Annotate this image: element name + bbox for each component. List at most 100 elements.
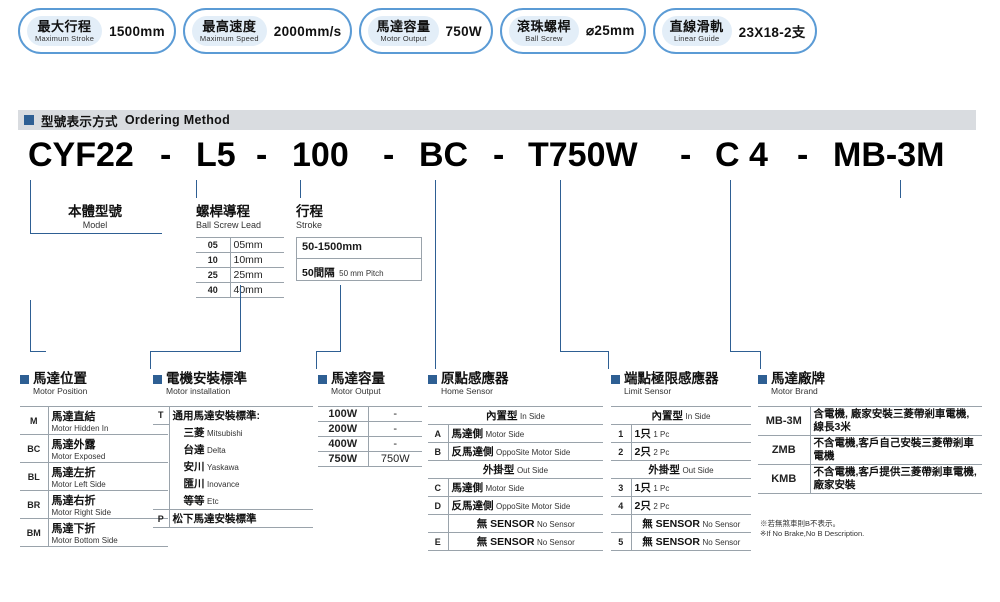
code-stroke: 100 <box>292 136 349 174</box>
motor-brand-note-en: ※If No Brake,No B Description. <box>760 529 865 538</box>
table-row-header: 外掛型 Out Side <box>428 460 603 479</box>
row-code: 3 <box>611 478 632 497</box>
row-desc: 馬達外露 Motor Exposed <box>48 434 168 463</box>
spec-pill-max-stroke: 最大行程 Maximum Stroke 1500mm <box>18 8 176 54</box>
row-code: C <box>428 478 449 497</box>
table-row: 200W - <box>318 421 422 437</box>
connector <box>340 285 341 351</box>
row-desc-cn: 等等 <box>183 495 205 507</box>
row-desc: 不含電機,客戶提供三菱帶剎車電機,廠家安裝 <box>810 464 982 494</box>
spec-tag: 馬達容量 Motor Output <box>368 16 439 46</box>
limit-sensor-en: Limit Sensor <box>624 386 672 396</box>
row-code: 2 <box>611 442 632 461</box>
row-code: 400W <box>318 436 369 452</box>
connector <box>300 180 301 198</box>
table-row: BC 馬達外露 Motor Exposed <box>20 434 168 463</box>
code-dash-2: - <box>256 136 268 174</box>
row-desc: 馬達下折 Motor Bottom Side <box>48 518 168 547</box>
table-motor-position: M 馬達直結 Motor Hidden In BC 馬達外露 Motor Exp… <box>20 406 168 547</box>
spec-pill-linear-guide: 直線滑軌 Linear Guide 23X18-2支 <box>652 8 817 54</box>
motor-output-cn: 馬達容量 <box>331 371 385 386</box>
row-code: 750W <box>318 451 369 467</box>
spec-pill-max-speed: 最高速度 Maximum Speed 2000mm/s <box>182 8 353 54</box>
row-desc-en: 2 Pc <box>653 448 670 457</box>
table-row: C 馬達側 Motor Side <box>428 478 603 497</box>
table-row: 4 2只 2 Pc <box>611 496 751 515</box>
group-lead-en: Ball Screw Lead <box>196 220 262 230</box>
group-label-en: Out Side <box>682 466 714 475</box>
code-dash-3: - <box>383 136 395 174</box>
section-limit-sensor-heading: 端點極限感應器 Limit Sensor <box>611 372 761 396</box>
row-code: P <box>153 509 170 528</box>
table-row: BM 馬達下折 Motor Bottom Side <box>20 518 168 547</box>
section-motor-brand-heading: 馬達廠牌 Motor Brand <box>758 372 908 396</box>
section-motor-installation-heading: 電機安裝標準 Motor installation <box>153 372 303 396</box>
row-desc: 1只 1 Pc <box>631 478 751 497</box>
section-motor-output-heading: 馬達容量 Motor Output <box>318 372 433 396</box>
table-row: B 反馬達側 OppoSite Motor Side <box>428 442 603 461</box>
table-row: BR 馬達右折 Motor Right Side <box>20 490 168 519</box>
table-row: A 馬達側 Motor Side <box>428 424 603 443</box>
row-desc: 無 SENSOR No Sensor <box>631 532 751 551</box>
connector <box>196 180 197 198</box>
code-motor-output: T750W <box>528 136 638 174</box>
row-desc-cn: 安川 <box>183 461 205 473</box>
row-desc-en: Mitsubishi <box>207 429 243 438</box>
bullet-square-icon <box>318 375 327 384</box>
connector <box>316 351 317 369</box>
row-desc: 松下馬達安裝標準 <box>169 509 313 528</box>
table-row: ZMB 不含電機,客戶自己安裝三菱帶剎車電機 <box>758 435 982 465</box>
motor-brand-en: Motor Brand <box>771 386 818 396</box>
code-lead: L5 <box>196 136 236 174</box>
bullet-square-icon <box>20 375 29 384</box>
row-value: - <box>368 436 422 452</box>
motor-installation-cn: 電機安裝標準 <box>166 371 247 386</box>
stroke-pitch-cn: 50間隔 50 mm Pitch <box>302 263 384 281</box>
row-desc: 反馬達側 OppoSite Motor Side <box>448 496 603 515</box>
spec-label-cn: 馬達容量 <box>376 19 431 35</box>
code-motor-pos: BC <box>419 136 469 174</box>
row-code: 200W <box>318 421 369 437</box>
connector <box>560 180 561 351</box>
table-row: T 通用馬達安裝標準: <box>153 406 313 425</box>
row-desc-en: Yaskawa <box>207 463 239 472</box>
group-label-cn: 內置型 <box>486 410 518 422</box>
table-row: BL 馬達左折 Motor Left Side <box>20 462 168 491</box>
row-code <box>153 441 170 458</box>
row-desc: 通用馬達安裝標準: <box>169 406 313 424</box>
lead-code: 40 <box>196 282 231 298</box>
row-desc-cn: 馬達直結 <box>51 411 96 423</box>
row-desc-en: No Sensor <box>702 520 741 529</box>
row-code: BL <box>20 462 49 491</box>
row-desc-cn: 2只 <box>634 446 651 458</box>
row-value: - <box>368 421 422 437</box>
stroke-pitch-cn-text: 50間隔 <box>302 267 335 279</box>
row-code <box>153 492 170 510</box>
row-code: M <box>20 406 49 435</box>
row-desc-cn: 馬達外露 <box>51 439 96 451</box>
row-desc-en: OppoSite Motor Side <box>496 448 571 457</box>
code-model: CYF22 <box>28 136 134 174</box>
section-motor-position-heading: 馬達位置 Motor Position <box>20 372 150 396</box>
connector <box>608 351 609 369</box>
row-desc: 不含電機,客戶自己安裝三菱帶剎車電機 <box>810 435 982 465</box>
code-dash-1: - <box>160 136 172 174</box>
row-code <box>153 424 170 441</box>
row-desc-en: OppoSite Motor Side <box>496 502 571 511</box>
row-code: 4 <box>611 496 632 515</box>
section-title-cn: 型號表示方式 <box>41 114 118 129</box>
row-desc-cn: 無 SENSOR <box>642 518 700 530</box>
table-row: 400W - <box>318 436 422 452</box>
section-home-sensor-heading: 原點感應器 Home Sensor <box>428 372 568 396</box>
row-code: KMB <box>758 464 811 494</box>
spec-value: ⌀25mm <box>585 23 635 38</box>
stroke-pitch-en-text: 50 mm Pitch <box>339 269 384 278</box>
group-label-en: In Side <box>520 412 545 421</box>
row-desc: 無 SENSOR No Sensor <box>448 532 603 551</box>
table-row: D 反馬達側 OppoSite Motor Side <box>428 496 603 515</box>
table-row: 三菱 Mitsubishi <box>153 424 313 441</box>
motor-position-cn: 馬達位置 <box>33 371 87 386</box>
lead-code: 25 <box>196 267 231 283</box>
spec-label-cn: 最大行程 <box>37 19 92 35</box>
spec-pill-row: 最大行程 Maximum Stroke 1500mm 最高速度 Maximum … <box>18 8 988 58</box>
